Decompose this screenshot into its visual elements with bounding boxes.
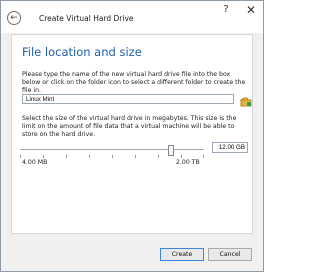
dialog-title: Create Virtual Hard Drive <box>39 14 134 23</box>
section-heading: File location and size <box>22 45 142 59</box>
file-name-input[interactable] <box>22 94 234 104</box>
create-button[interactable]: Create <box>160 248 204 261</box>
back-button[interactable]: ← <box>7 11 21 25</box>
size-slider[interactable] <box>20 145 204 158</box>
cancel-button[interactable]: Cancel <box>208 248 252 261</box>
title-bar: ? ✕ ← Create Virtual Hard Drive <box>1 1 263 33</box>
create-virtual-hard-drive-dialog: ? ✕ ← Create Virtual Hard Drive File loc… <box>0 0 264 272</box>
help-button[interactable]: ? <box>215 1 237 19</box>
close-button[interactable]: ✕ <box>239 1 263 19</box>
content-panel: File location and size Please type the n… <box>11 34 253 234</box>
slider-track <box>20 149 204 150</box>
folder-open-icon[interactable] <box>239 93 252 107</box>
size-input[interactable] <box>212 142 248 153</box>
location-description: Please type the name of the new virtual … <box>22 71 246 95</box>
slider-thumb[interactable] <box>168 145 174 156</box>
size-description: Select the size of the virtual hard driv… <box>22 115 237 139</box>
min-size-label: 4.00 MB <box>22 159 48 166</box>
max-size-label: 2.00 TB <box>176 159 200 166</box>
